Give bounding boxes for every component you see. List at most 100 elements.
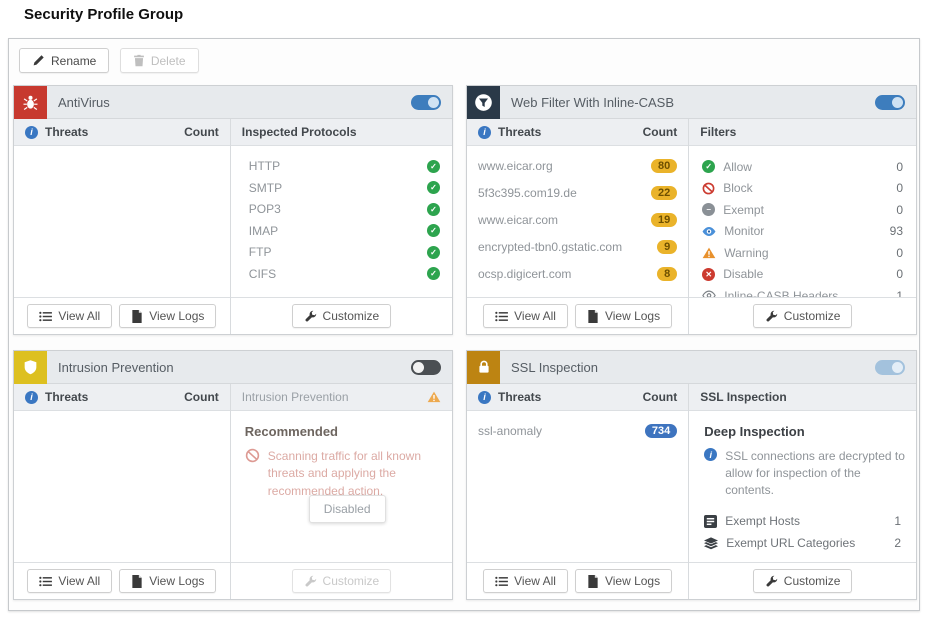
filter-count: 0: [896, 181, 903, 196]
info-icon: i: [25, 125, 38, 139]
antivirus-bug-icon: [14, 85, 47, 119]
threat-count-badge: 734: [644, 423, 678, 438]
list-icon: [495, 576, 509, 587]
recommended-text: Scanning traffic for all known threats a…: [267, 449, 421, 498]
disabled-tooltip: Disabled: [308, 495, 386, 523]
webfilter-view-logs-button[interactable]: View Logs: [574, 304, 673, 328]
wrench-icon: [304, 575, 317, 588]
antivirus-view-all-button[interactable]: View All: [27, 304, 113, 328]
enabled-check-icon: ✓: [427, 159, 440, 173]
filter-count: 0: [896, 159, 903, 174]
view-logs-label: View Logs: [149, 309, 205, 323]
antivirus-customize-button[interactable]: Customize: [291, 304, 392, 328]
customize-label: Customize: [322, 574, 380, 588]
log-icon: [587, 309, 599, 323]
inspected-protocols-label: Inspected Protocols: [241, 125, 357, 139]
ips-view-logs-button[interactable]: View Logs: [119, 569, 217, 593]
warning-triangle-icon: [702, 247, 716, 259]
list-icon: [495, 311, 509, 322]
protocol-row: IMAP ✓: [249, 224, 440, 238]
filter-count: 0: [896, 245, 903, 260]
ips-threats-header: i Threats Count: [14, 384, 230, 411]
antivirus-header: AntiVirus: [14, 85, 452, 119]
protocol-name: IMAP: [248, 223, 279, 238]
view-all-label: View All: [514, 309, 556, 323]
ssl-header: SSL Inspection: [467, 350, 916, 384]
filter-row: Block 0: [702, 178, 903, 200]
antivirus-title: AntiVirus: [58, 94, 110, 110]
allow-icon: ✓: [702, 160, 716, 174]
webfilter-toggle[interactable]: [875, 94, 905, 110]
antivirus-view-logs-button[interactable]: View Logs: [119, 304, 217, 328]
webfilter-funnel-icon: [467, 85, 500, 119]
ips-customize-button[interactable]: Customize: [291, 569, 392, 593]
exempt-hosts-count: 1: [894, 514, 901, 529]
lock-icon: [467, 350, 500, 384]
protocol-name: CIFS: [248, 266, 277, 281]
delete-button[interactable]: Delete: [119, 48, 199, 73]
threat-count-badge: 80: [651, 158, 678, 173]
ips-recommended-panel: Recommended Scanning traffic for all kno…: [230, 411, 452, 562]
ssl-toggle[interactable]: [875, 359, 905, 375]
wrench-icon: [304, 310, 317, 323]
protocol-row: HTTP ✓: [249, 159, 440, 173]
webfilter-threats-list: www.eicar.org 80 5f3c395.com19.de 22 www.e…: [467, 146, 689, 297]
webfilter-view-all-button[interactable]: View All: [483, 304, 568, 328]
threat-name: encrypted-tbn0.gstatic.com: [478, 239, 623, 254]
count-label: Count: [184, 125, 219, 139]
threat-row: encrypted-tbn0.gstatic.com 9: [478, 233, 678, 260]
enabled-check-icon: ✓: [427, 245, 440, 259]
filter-count: 0: [896, 267, 903, 282]
ips-toggle[interactable]: [411, 359, 441, 375]
protocol-name: FTP: [248, 245, 272, 259]
ips-view-all-button[interactable]: View All: [27, 569, 113, 593]
filter-label: Disable: [723, 267, 764, 282]
ssl-inspection-header: SSL Inspection: [689, 384, 916, 411]
filter-label: Warning: [724, 245, 769, 260]
exempt-url-categories-row: Exempt URL Categories 2: [704, 532, 901, 554]
count-label: Count: [642, 390, 678, 404]
ssl-threats-list: ssl-anomaly 734: [467, 411, 689, 562]
view-logs-label: View Logs: [604, 574, 661, 588]
log-icon: [587, 574, 599, 588]
threat-count-badge: 22: [651, 185, 678, 200]
shield-icon: [14, 350, 47, 384]
exempt-hosts-label: Exempt Hosts: [725, 514, 800, 529]
exempt-url-categories-label: Exempt URL Categories: [726, 536, 856, 551]
recommended-title: Recommended: [244, 424, 338, 439]
wrench-icon: [765, 575, 778, 588]
protocols-list: HTTP ✓ SMTP ✓ POP3 ✓ IMAP ✓ FTP ✓ CIFS ✓: [230, 146, 452, 297]
threat-row: 5f3c395.com19.de 22: [478, 179, 678, 206]
warning-triangle-icon: [427, 391, 441, 403]
enabled-check-icon: ✓: [427, 224, 440, 237]
count-label: Count: [184, 390, 219, 404]
customize-label: Customize: [783, 309, 841, 323]
view-all-label: View All: [514, 574, 556, 588]
filter-row: ✓ Allow 0: [702, 156, 903, 178]
threats-label: Threats: [498, 390, 542, 404]
info-icon: i: [25, 390, 38, 404]
filter-row: Inline-CASB Headers 1: [702, 285, 903, 297]
filters-label: Filters: [700, 125, 737, 139]
threat-row: www.eicar.com 19: [478, 206, 678, 233]
threat-name: ocsp.digicert.com: [478, 266, 572, 281]
pencil-icon: [32, 54, 45, 67]
trash-icon: [133, 54, 145, 67]
threat-row: www.eicar.org 80: [478, 152, 678, 179]
ssl-view-all-button[interactable]: View All: [483, 569, 568, 593]
log-icon: [131, 574, 143, 588]
antivirus-toggle[interactable]: [411, 94, 441, 110]
ips-right-header-label: Intrusion Prevention: [241, 390, 349, 404]
threats-label: Threats: [498, 125, 542, 139]
protocol-row: CIFS ✓: [249, 267, 440, 281]
threat-count-badge: 19: [651, 212, 678, 227]
disable-icon: ✕: [702, 267, 716, 281]
protocol-row: SMTP ✓: [249, 181, 440, 195]
ssl-view-logs-button[interactable]: View Logs: [574, 569, 673, 593]
filter-label: Allow: [723, 159, 752, 174]
rename-button[interactable]: Rename: [19, 48, 110, 73]
webfilter-customize-button[interactable]: Customize: [752, 304, 853, 328]
view-all-label: View All: [58, 309, 101, 323]
customize-label: Customize: [783, 574, 841, 588]
ssl-customize-button[interactable]: Customize: [752, 569, 853, 593]
